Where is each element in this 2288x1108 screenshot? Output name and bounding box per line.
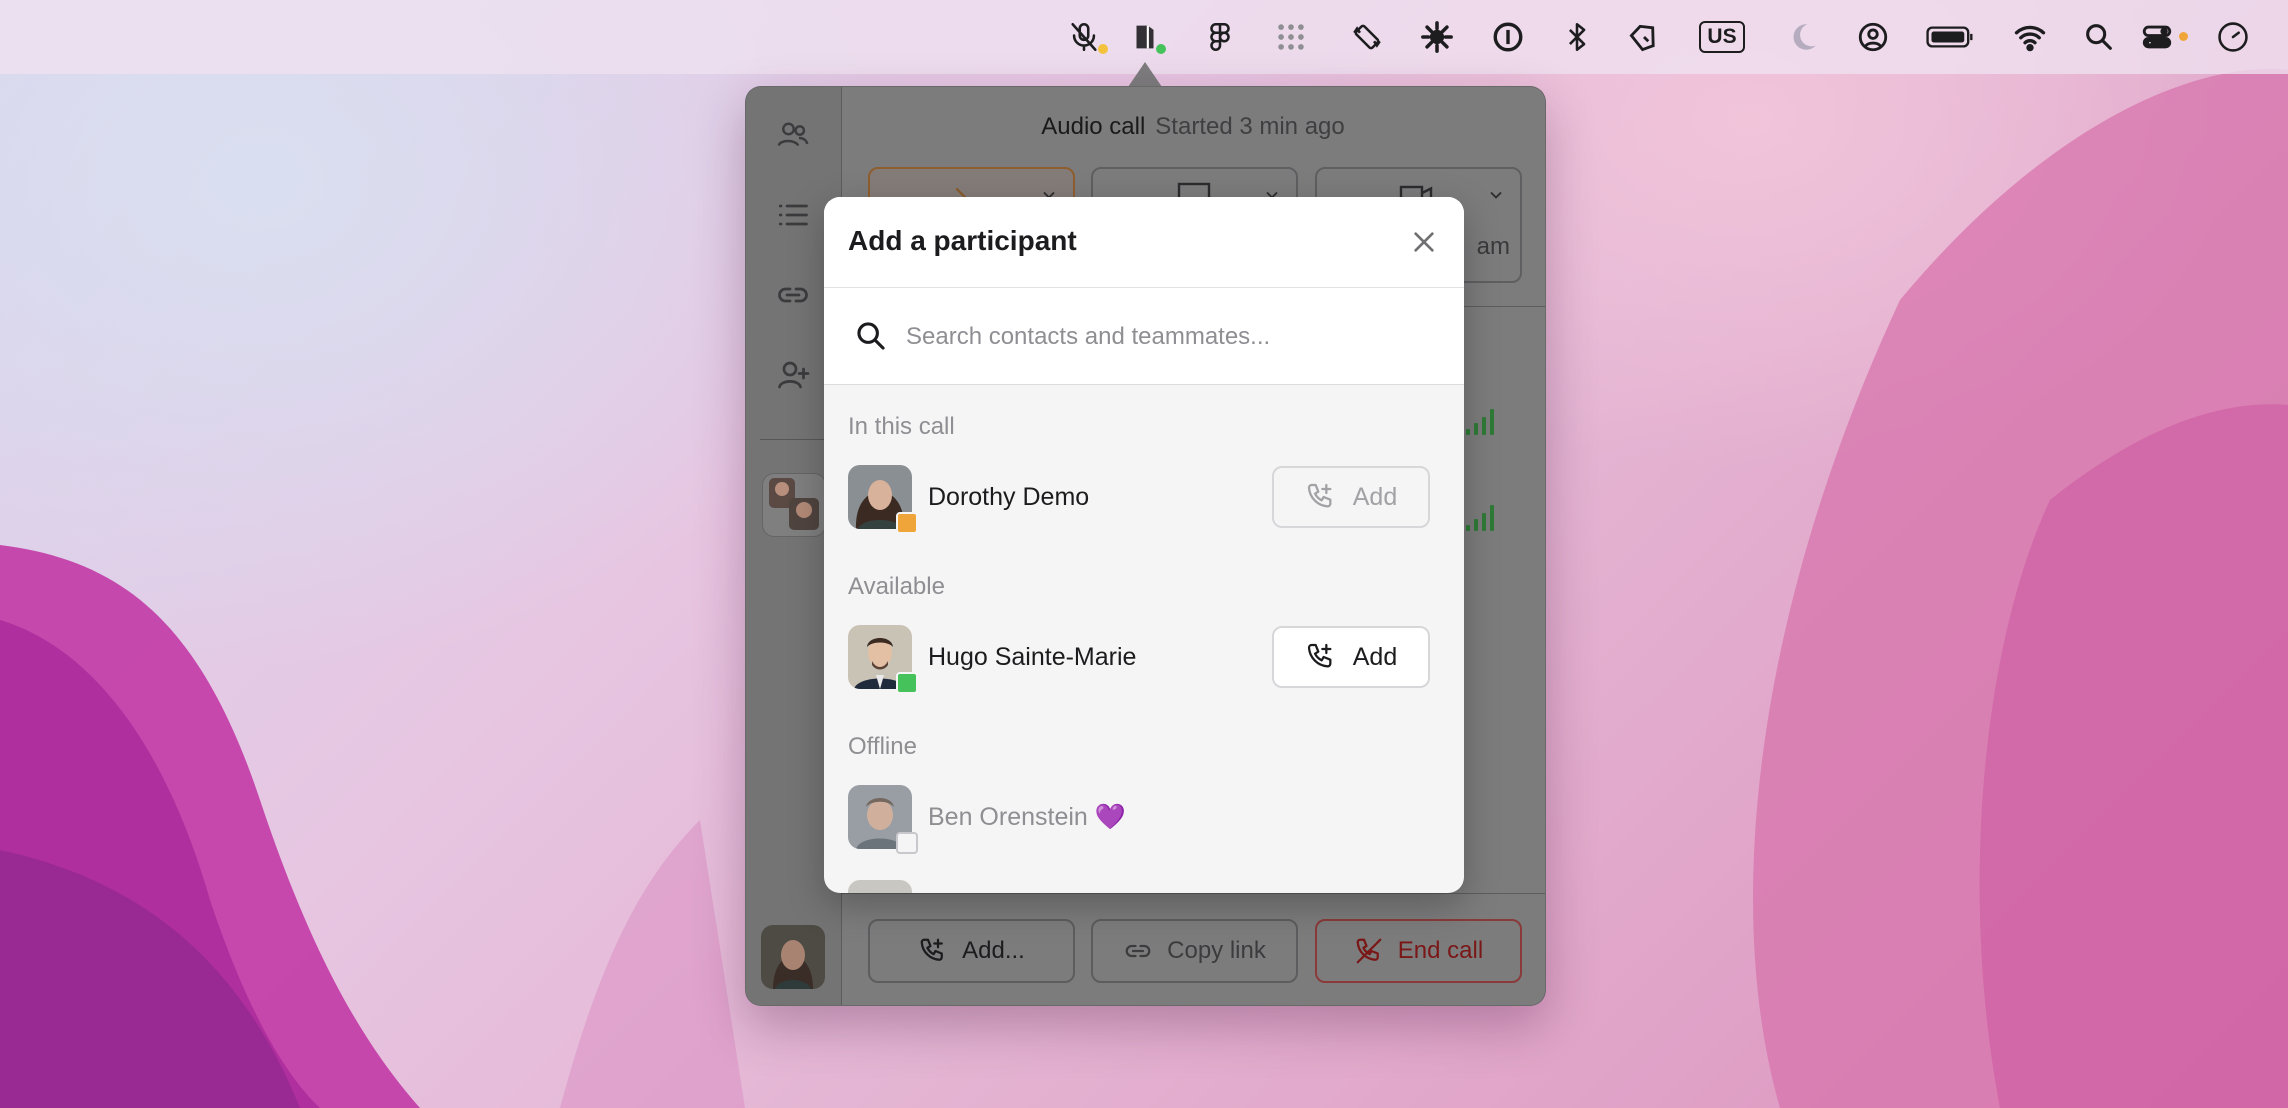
- call-started: Started 3 min ago: [1155, 113, 1345, 140]
- add-button[interactable]: Add: [1272, 626, 1430, 688]
- onepassword-icon[interactable]: [1485, 14, 1531, 60]
- signal-strength-icon: [1466, 505, 1496, 531]
- section-offline: Offline: [848, 733, 917, 760]
- add-person-icon[interactable]: [775, 357, 811, 393]
- rotation-icon[interactable]: [1344, 14, 1390, 60]
- tuple-app-icon[interactable]: [1122, 14, 1168, 60]
- popover-caret: [1128, 62, 1162, 87]
- participant-row: Dorothy Demo Add: [824, 457, 1464, 537]
- user-circle-icon[interactable]: [1850, 14, 1896, 60]
- participant-row: Ben Orenstein 💜: [824, 777, 1464, 857]
- call-title: Audio call: [1041, 113, 1146, 140]
- control-center-dot: [2179, 32, 2188, 41]
- link-icon: [1125, 944, 1151, 958]
- call-header: Audio call Started 3 min ago: [841, 113, 1545, 141]
- gear-burst-icon[interactable]: [1414, 14, 1460, 60]
- phone-plus-icon: [1307, 483, 1332, 508]
- dialog-header: Add a participant: [824, 197, 1464, 288]
- link-icon[interactable]: [775, 277, 811, 313]
- grid-dots-icon[interactable]: [1268, 14, 1314, 60]
- add-button-label: Add: [1352, 482, 1398, 511]
- clock-icon[interactable]: [2210, 14, 2256, 60]
- participant-row: Hugo Sainte-Marie Add: [824, 617, 1464, 697]
- sidebar-divider: [760, 439, 826, 440]
- pen-tool-icon[interactable]: [1621, 14, 1667, 60]
- end-call-button[interactable]: End call: [1315, 919, 1522, 983]
- participants-group-avatar[interactable]: [762, 473, 826, 537]
- close-icon[interactable]: [1404, 222, 1444, 262]
- section-available: Available: [848, 573, 945, 600]
- search-bar: [824, 288, 1464, 385]
- list-icon[interactable]: [775, 197, 811, 233]
- input-source-icon[interactable]: US: [1698, 14, 1746, 60]
- camera-control-label: am: [1476, 233, 1510, 260]
- add-participant-label: Add...: [962, 937, 1025, 964]
- wifi-icon[interactable]: [2007, 14, 2053, 60]
- search-icon[interactable]: [2076, 14, 2122, 60]
- self-avatar[interactable]: [761, 925, 825, 989]
- app-status-dot: [1156, 44, 1166, 54]
- add-participant-dialog: Add a participant In this call Dorothy D…: [824, 197, 1464, 893]
- phone-plus-icon: [1307, 643, 1332, 668]
- footer-divider: [841, 893, 1545, 894]
- add-button-label: Add: [1352, 642, 1398, 671]
- chevron-down-icon[interactable]: [1486, 185, 1506, 205]
- people-icon[interactable]: [775, 117, 811, 153]
- status-badge: [896, 832, 918, 854]
- add-participant-button[interactable]: Add...: [868, 919, 1075, 983]
- mic-status-dot: [1098, 44, 1108, 54]
- phone-hangup-icon: [1356, 938, 1382, 964]
- dialog-title: Add a participant: [848, 225, 1077, 256]
- phone-plus-icon: [920, 938, 944, 961]
- control-center-icon[interactable]: [2134, 14, 2188, 60]
- end-call-label: End call: [1397, 937, 1484, 964]
- bluetooth-icon[interactable]: [1554, 14, 1600, 60]
- search-input[interactable]: [904, 310, 1438, 364]
- avatar: [848, 880, 912, 893]
- participant-name: Hugo Sainte-Marie: [928, 643, 1137, 671]
- mic-muted-icon[interactable]: [1061, 14, 1108, 60]
- battery-icon[interactable]: [1923, 14, 1979, 60]
- participant-name: Dorothy Demo: [928, 483, 1090, 511]
- add-button[interactable]: Add: [1272, 466, 1430, 528]
- status-badge: [896, 512, 918, 534]
- signal-strength-icon: [1466, 409, 1496, 435]
- moon-icon[interactable]: [1780, 14, 1826, 60]
- status-badge: [896, 672, 918, 694]
- section-in-call: In this call: [848, 413, 955, 440]
- search-icon: [854, 319, 888, 353]
- figma-icon[interactable]: [1197, 14, 1243, 60]
- copy-link-button[interactable]: Copy link: [1091, 919, 1298, 983]
- participant-name: Ben Orenstein 💜: [928, 803, 1126, 831]
- copy-link-label: Copy link: [1167, 937, 1266, 964]
